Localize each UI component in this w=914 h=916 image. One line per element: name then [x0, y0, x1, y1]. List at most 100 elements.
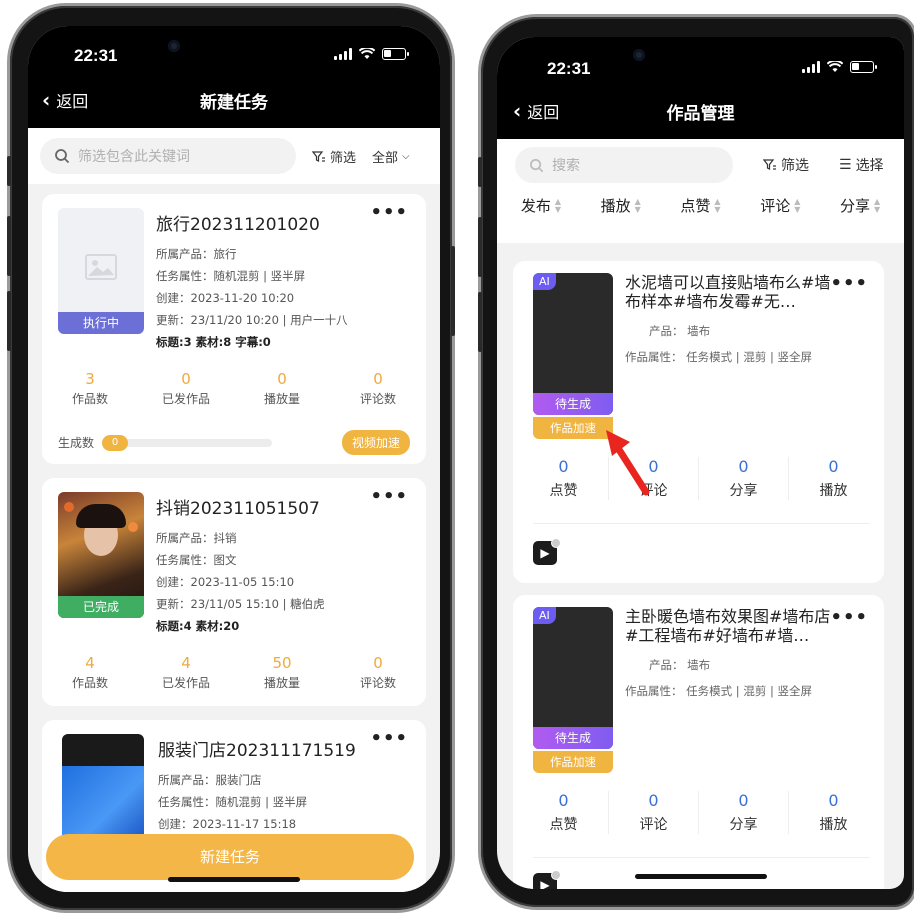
signal-icon — [334, 48, 352, 60]
volume-up-button — [478, 217, 482, 277]
divider — [533, 523, 870, 524]
scope-dropdown[interactable]: 全部 ⌵ — [372, 147, 410, 166]
mute-switch — [478, 157, 482, 187]
stat-plays: 0 播放 — [819, 791, 848, 833]
filter-button[interactable]: 筛选 — [763, 155, 809, 175]
search-icon — [55, 149, 70, 164]
task-stats: 3 作品数 0 已发作品 0 播放量 0 评论数 — [42, 370, 426, 407]
sort-bar: 发布 ▲ ▼ 播放 ▲ ▼ 点赞 ▲ ▼ 评论 ▲ ▼ 分享 ▲ ▼ — [497, 195, 904, 216]
task-product: 所属产品：抖销 — [156, 531, 237, 545]
volume-down-button — [7, 291, 11, 351]
work-thumbnail: AI 待生成 — [533, 607, 613, 749]
wifi-icon — [827, 61, 843, 73]
stat-comments: 0 评论 — [609, 791, 699, 834]
mute-switch — [7, 156, 11, 186]
work-stats: 0 点赞 0 评论 0 分享 0 播放 — [513, 457, 884, 500]
stat-published: 0 已发作品 — [161, 370, 210, 406]
volume-down-button — [478, 292, 482, 352]
search-input[interactable]: 筛选包含此关键词 — [40, 138, 296, 174]
sort-play[interactable]: 播放 ▲ ▼ — [601, 195, 641, 216]
stat-shares: 0 分享 — [699, 457, 789, 500]
volume-up-button — [7, 216, 11, 276]
search-row: 筛选包含此关键词 筛选 全部 ⌵ — [28, 128, 440, 184]
stat-comments: 0 评论数 — [359, 654, 396, 690]
thumbnail-image — [62, 766, 144, 840]
wifi-icon — [359, 48, 375, 60]
work-attr: 作品属性： 任务模式 | 混剪 | 竖全屏 — [625, 350, 813, 364]
pending-generation-badge: 待生成 — [533, 727, 613, 749]
sort-arrows-icon: ▲ ▼ — [554, 196, 561, 214]
more-icon[interactable]: ••• — [370, 728, 408, 749]
task-product: 所属产品：服装门店 — [158, 773, 262, 787]
chevron-down-icon: ⌵ — [402, 151, 410, 162]
stat-comments: 0 评论数 — [359, 370, 396, 406]
filter-label: 筛选 — [781, 158, 809, 174]
stat-published: 4 已发作品 — [161, 654, 210, 690]
home-indicator — [634, 874, 767, 879]
stat-plays: 50 播放量 — [263, 654, 300, 690]
work-accelerate-button[interactable]: 作品加速 — [533, 751, 613, 773]
sort-publish[interactable]: 发布 ▲ ▼ — [521, 195, 561, 216]
video-accelerate-button[interactable]: 视频加速 — [341, 430, 410, 455]
progress-label: 生成数 — [58, 436, 95, 450]
task-title: 服装门店202311171519 — [158, 741, 356, 761]
work-card[interactable]: AI 待生成 作品加速 水泥墙可以直接贴墙布么#墙布样本#墙布发霉#无… •••… — [513, 261, 884, 583]
sort-arrows-icon: ▲ ▼ — [794, 196, 801, 214]
select-button[interactable]: ☰ 选择 — [839, 155, 884, 175]
progress-bar: 0 — [102, 434, 273, 451]
task-created: 创建：2023-11-05 15:10 — [156, 575, 295, 589]
portrait-hair — [76, 504, 126, 528]
status-icons — [802, 61, 877, 73]
app-icon[interactable]: ▶ — [533, 538, 561, 565]
search-input[interactable]: 搜索 — [515, 147, 733, 183]
task-attr: 任务属性：随机混剪 | 竖半屏 — [156, 269, 306, 283]
task-counts: 标题:3 素材:8 字幕:0 — [156, 335, 271, 349]
status-badge: 执行中 — [58, 312, 144, 334]
filter-label: 筛选 — [330, 151, 357, 166]
more-icon[interactable]: ••• — [370, 202, 408, 223]
search-and-sort: 搜索 筛选 ☰ 选择 发布 ▲ ▼ 播放 ▲ ▼ 点赞 ▲ ▼ 评论 ▲ ▼ 分享 ▲ ▼ — [497, 139, 904, 243]
create-task-button[interactable]: 新建任务 — [46, 834, 414, 880]
sort-like[interactable]: 点赞 ▲ ▼ — [680, 195, 720, 216]
task-counts: 标题:4 素材:20 — [156, 619, 240, 633]
signal-icon — [802, 61, 820, 73]
home-indicator — [168, 877, 300, 882]
work-card[interactable]: AI 待生成 作品加速 主卧暖色墙布效果图#墙布店#工程墙布#好墙布#墙… ••… — [513, 595, 884, 889]
top-bar: 22:31 ‹ 返回 新建任务 — [28, 26, 440, 128]
flower-decoration — [128, 522, 138, 532]
sort-share[interactable]: 分享 ▲ ▼ — [840, 195, 880, 216]
stat-works: 3 作品数 — [71, 370, 108, 406]
search-icon — [530, 158, 544, 172]
stat-works: 4 作品数 — [71, 654, 108, 690]
sort-arrows-icon: ▲ ▼ — [714, 196, 721, 214]
sort-arrows-icon: ▲ ▼ — [634, 196, 641, 214]
top-bar: 22:31 ‹ 返回 作品管理 — [497, 37, 904, 139]
filter-icon — [312, 150, 325, 162]
work-thumbnail: AI 待生成 — [533, 273, 613, 415]
phone-right: 22:31 ‹ 返回 作品管理 搜索 筛选 ☰ 选择 发布 ▲ ▼ 播放 ▲ ▼… — [478, 17, 914, 907]
image-placeholder-icon — [85, 254, 117, 280]
sort-comment[interactable]: 评论 ▲ ▼ — [760, 195, 800, 216]
progress-value: 0 — [102, 434, 129, 451]
task-thumbnail: 已完成 — [58, 492, 144, 618]
status-time: 22:31 — [74, 46, 118, 65]
stat-plays: 0 播放 — [819, 457, 848, 499]
screen-works-management: 22:31 ‹ 返回 作品管理 搜索 筛选 ☰ 选择 发布 ▲ ▼ 播放 ▲ ▼… — [497, 37, 904, 889]
pending-generation-badge: 待生成 — [533, 393, 613, 415]
stat-shares: 0 分享 — [699, 791, 789, 834]
more-icon[interactable]: ••• — [830, 607, 868, 628]
page-title: 新建任务 — [200, 93, 268, 113]
task-title: 旅行202311201020 — [156, 215, 320, 235]
task-card[interactable]: 已完成 ••• 抖销202311051507 所属产品：抖销 任务属性：图文 创… — [42, 478, 426, 706]
sort-arrows-icon: ▲ ▼ — [874, 196, 881, 214]
battery-icon — [850, 61, 877, 73]
app-icon[interactable]: ▶ — [533, 870, 561, 889]
more-icon[interactable]: ••• — [830, 273, 868, 294]
task-created: 创建：2023-11-17 15:18 — [158, 817, 297, 831]
divider — [533, 857, 870, 858]
task-card[interactable]: 执行中 ••• 旅行202311201020 所属产品：旅行 任务属性：随机混剪… — [42, 194, 426, 464]
more-icon[interactable]: ••• — [370, 486, 408, 507]
task-updated: 更新：23/11/20 10:20 | 用户一十八 — [156, 313, 348, 327]
ai-tag: AI — [533, 273, 556, 290]
filter-button[interactable]: 筛选 — [312, 147, 356, 166]
